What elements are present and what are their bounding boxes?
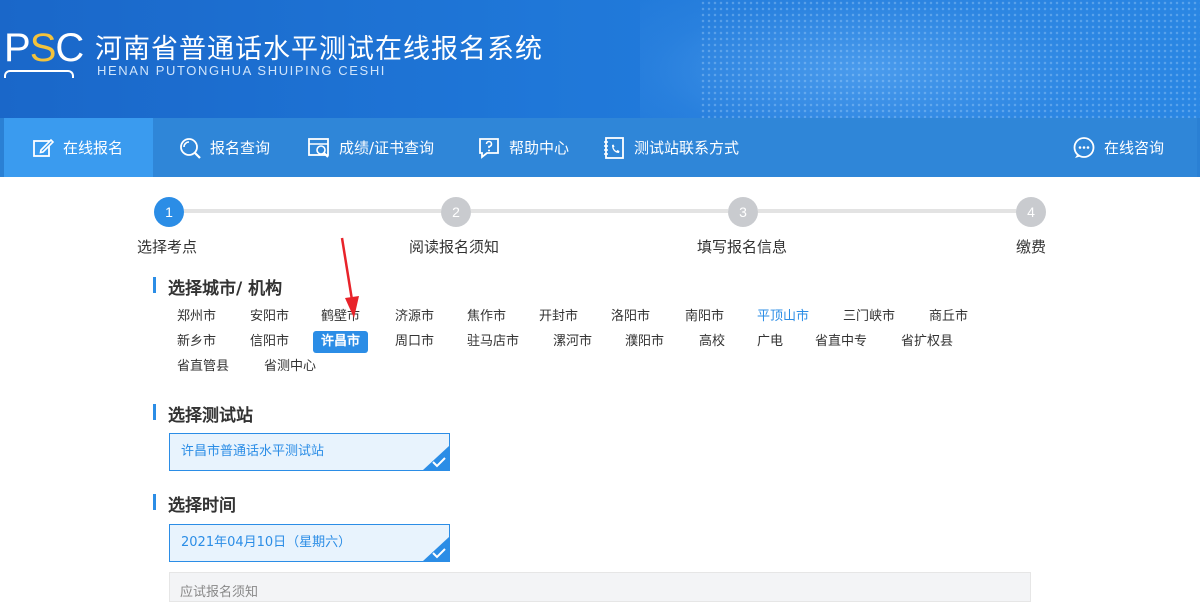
- search-icon: [178, 136, 202, 160]
- station-section-title: 选择测试站: [153, 401, 253, 426]
- city-option-highlighted[interactable]: 平顶山市: [749, 306, 817, 328]
- city-option[interactable]: 焦作市: [459, 306, 514, 328]
- help-icon: [477, 136, 501, 160]
- checkmark-icon: [432, 457, 446, 468]
- step-2-circle: 2: [441, 197, 471, 227]
- time-section-title: 选择时间: [153, 491, 236, 516]
- nav-item-station-contacts[interactable]: 测试站联系方式: [602, 118, 739, 177]
- city-option[interactable]: 省扩权县: [893, 331, 961, 353]
- checkmark-icon: [432, 548, 446, 559]
- city-option[interactable]: 驻马店市: [459, 331, 527, 353]
- main-nav: 在线报名 报名查询 成绩/证书查询 帮助中心 测试站联系方式 在线咨询: [0, 118, 1200, 177]
- city-option[interactable]: 新乡市: [169, 331, 224, 353]
- nav-item-online-registration[interactable]: 在线报名: [4, 118, 153, 177]
- annotation-arrow-icon: [340, 237, 359, 318]
- site-title: 河南省普通话水平测试在线报名系统: [95, 34, 543, 65]
- chat-icon: [1072, 136, 1096, 160]
- step-1-label: 选择考点: [137, 238, 198, 256]
- nav-item-help-center[interactable]: 帮助中心: [477, 118, 569, 177]
- city-option[interactable]: 省直管县: [169, 356, 237, 378]
- site-header: PSC 河南省普通话水平测试在线报名系统 HENAN PUTONGHUA SHU…: [0, 0, 1200, 118]
- city-option[interactable]: 济源市: [387, 306, 442, 328]
- site-subtitle: HENAN PUTONGHUA SHUIPING CESHI: [97, 63, 387, 78]
- city-option[interactable]: 开封市: [531, 306, 586, 328]
- nav-item-score-certificate-query[interactable]: 成绩/证书查询: [307, 118, 434, 177]
- step-connector: [184, 209, 441, 213]
- logo-book-icon: [4, 70, 74, 78]
- nav-item-online-consult[interactable]: 在线咨询: [1072, 118, 1164, 177]
- city-option[interactable]: 南阳市: [677, 306, 732, 328]
- city-option[interactable]: 高校: [691, 331, 733, 353]
- step-1-circle: 1: [154, 197, 184, 227]
- city-option[interactable]: 三门峡市: [835, 306, 903, 328]
- nav-item-registration-query[interactable]: 报名查询: [178, 118, 270, 177]
- city-option-selected[interactable]: 许昌市: [313, 331, 369, 353]
- step-connector: [471, 209, 728, 213]
- step-2-label: 阅读报名须知: [409, 238, 500, 256]
- city-option[interactable]: 濮阳市: [617, 331, 672, 353]
- step-4-circle: 4: [1016, 197, 1046, 227]
- test-station-option-selected[interactable]: 许昌市普通话水平测试站: [169, 433, 450, 471]
- city-option[interactable]: 漯河市: [545, 331, 600, 353]
- contact-card-icon: [602, 136, 626, 160]
- city-option[interactable]: 郑州市: [169, 306, 224, 328]
- psc-logo: PSC: [4, 28, 84, 80]
- edit-icon: [31, 136, 55, 160]
- header-world-map-dots: [700, 0, 1200, 118]
- city-option[interactable]: 商丘市: [921, 306, 976, 328]
- city-option[interactable]: 省直中专: [807, 331, 875, 353]
- notice-panel: 应试报名须知: [169, 572, 1031, 602]
- step-3-label: 填写报名信息: [697, 238, 788, 256]
- step-connector: [758, 209, 1016, 213]
- city-option[interactable]: 安阳市: [242, 306, 297, 328]
- step-3-circle: 3: [728, 197, 758, 227]
- certificate-search-icon: [307, 136, 331, 160]
- city-option[interactable]: 洛阳市: [603, 306, 658, 328]
- registration-steps: 1 2 3 4 选择考点 阅读报名须知 填写报名信息 缴费: [0, 197, 1200, 257]
- city-section-title: 选择城市/ 机构: [153, 274, 282, 299]
- step-4-label: 缴费: [1016, 238, 1047, 256]
- city-option[interactable]: 省测中心: [256, 356, 324, 378]
- city-option[interactable]: 信阳市: [242, 331, 297, 353]
- city-option[interactable]: 广电: [749, 331, 791, 353]
- city-option[interactable]: 周口市: [387, 331, 442, 353]
- test-date-option-selected[interactable]: 2021年04月10日（星期六）: [169, 524, 450, 562]
